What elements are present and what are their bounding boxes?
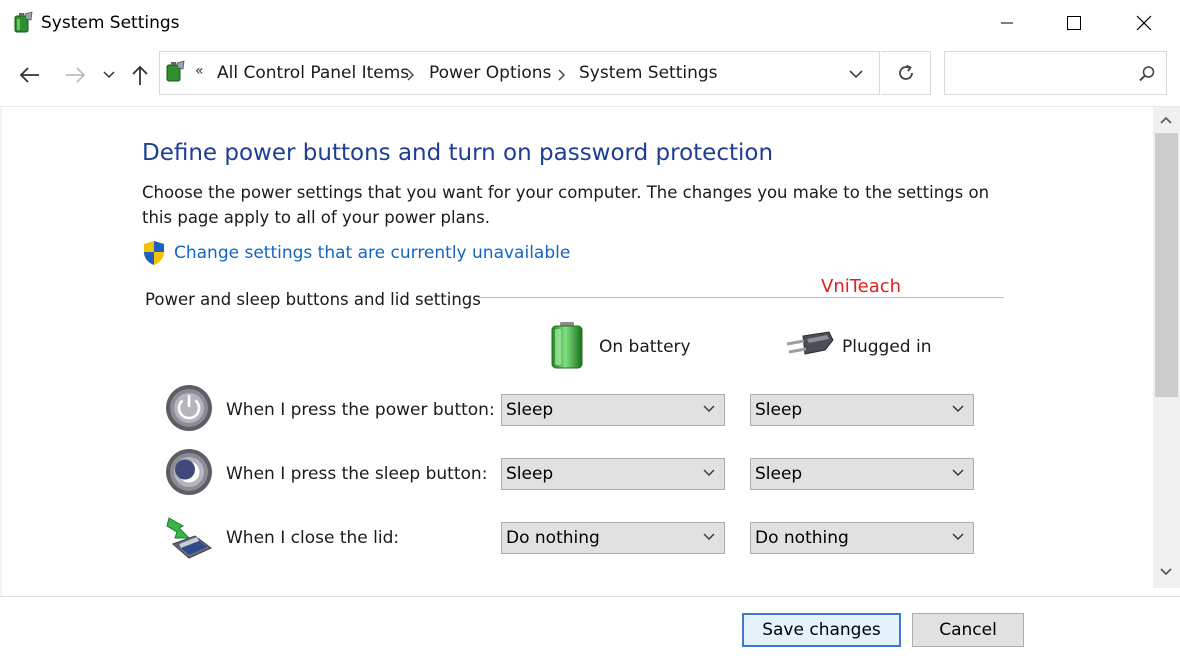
row-label-close-lid: When I close the lid: bbox=[226, 528, 400, 548]
chevron-down-icon bbox=[703, 533, 715, 540]
forward-arrow-icon bbox=[66, 67, 86, 83]
up-arrow-icon bbox=[132, 65, 148, 85]
chevron-down-icon bbox=[703, 405, 715, 412]
power-button-battery-select[interactable]: Sleep bbox=[501, 394, 725, 426]
chevron-right-icon[interactable] bbox=[558, 69, 566, 81]
search-icon[interactable] bbox=[1138, 65, 1156, 83]
selected-value: Sleep bbox=[755, 464, 803, 484]
power-button-icon bbox=[166, 385, 212, 431]
chevron-right-icon[interactable] bbox=[407, 69, 415, 81]
chevron-down-icon bbox=[703, 469, 715, 476]
forward-button[interactable] bbox=[62, 62, 88, 88]
sleep-button-battery-select[interactable]: Sleep bbox=[501, 458, 725, 490]
power-options-icon bbox=[166, 60, 185, 82]
watermark: VniTeach bbox=[821, 276, 902, 297]
up-button[interactable] bbox=[127, 62, 153, 88]
back-button[interactable] bbox=[17, 62, 43, 88]
scroll-thumb[interactable] bbox=[1155, 133, 1178, 397]
cancel-button[interactable]: Cancel bbox=[912, 613, 1024, 647]
chevron-down-icon bbox=[103, 71, 115, 79]
chevron-down-icon bbox=[952, 405, 964, 412]
power-button-plugged-select[interactable]: Sleep bbox=[750, 394, 974, 426]
laptop-lid-icon bbox=[166, 517, 212, 559]
change-settings-link[interactable]: Change settings that are currently unava… bbox=[174, 243, 570, 263]
breadcrumb-overflow[interactable]: « bbox=[195, 63, 204, 79]
close-lid-plugged-select[interactable]: Do nothing bbox=[750, 522, 974, 554]
minimize-icon bbox=[1001, 22, 1013, 24]
chevron-down-icon bbox=[952, 533, 964, 540]
section-divider bbox=[478, 297, 1004, 298]
minimize-button[interactable] bbox=[984, 0, 1030, 46]
address-dropdown-icon[interactable] bbox=[848, 69, 864, 79]
save-changes-button[interactable]: Save changes bbox=[742, 613, 901, 647]
battery-icon bbox=[551, 322, 583, 369]
breadcrumb-item-system-settings[interactable]: System Settings bbox=[579, 63, 718, 83]
column-header-battery: On battery bbox=[599, 337, 691, 357]
divider bbox=[0, 106, 1180, 107]
close-icon bbox=[1136, 15, 1152, 31]
page-title: Define power buttons and turn on passwor… bbox=[142, 140, 774, 166]
selected-value: Do nothing bbox=[506, 528, 600, 548]
search-box bbox=[944, 51, 1167, 95]
footer-divider bbox=[0, 596, 1180, 597]
maximize-icon bbox=[1067, 16, 1081, 30]
close-lid-battery-select[interactable]: Do nothing bbox=[501, 522, 725, 554]
uac-shield-icon bbox=[144, 241, 164, 265]
scroll-up-icon[interactable] bbox=[1159, 115, 1173, 125]
section-label: Power and sleep buttons and lid settings bbox=[145, 290, 481, 309]
selected-value: Sleep bbox=[755, 400, 803, 420]
page-description: Choose the power settings that you want … bbox=[142, 183, 990, 227]
plug-icon bbox=[786, 331, 834, 355]
sleep-button-icon bbox=[166, 449, 212, 495]
recent-locations-button[interactable] bbox=[97, 62, 121, 88]
selected-value: Sleep bbox=[506, 400, 554, 420]
close-button[interactable] bbox=[1121, 0, 1167, 46]
scroll-down-icon[interactable] bbox=[1159, 567, 1173, 577]
sleep-button-plugged-select[interactable]: Sleep bbox=[750, 458, 974, 490]
maximize-button[interactable] bbox=[1051, 0, 1097, 46]
refresh-icon bbox=[898, 64, 913, 80]
selected-value: Do nothing bbox=[755, 528, 849, 548]
back-arrow-icon bbox=[19, 67, 39, 83]
search-input[interactable] bbox=[951, 60, 1135, 88]
refresh-button[interactable] bbox=[881, 51, 931, 95]
column-header-plugged-in: Plugged in bbox=[842, 337, 932, 357]
power-options-icon bbox=[14, 11, 33, 33]
breadcrumb-item-control-panel[interactable]: All Control Panel Items bbox=[217, 63, 409, 83]
breadcrumb-item-power-options[interactable]: Power Options bbox=[429, 63, 551, 83]
window-title: System Settings bbox=[41, 13, 180, 33]
left-edge bbox=[0, 107, 2, 596]
row-label-power-button: When I press the power button: bbox=[226, 400, 495, 420]
selected-value: Sleep bbox=[506, 464, 554, 484]
row-label-sleep-button: When I press the sleep button: bbox=[226, 464, 488, 484]
chevron-down-icon bbox=[952, 469, 964, 476]
